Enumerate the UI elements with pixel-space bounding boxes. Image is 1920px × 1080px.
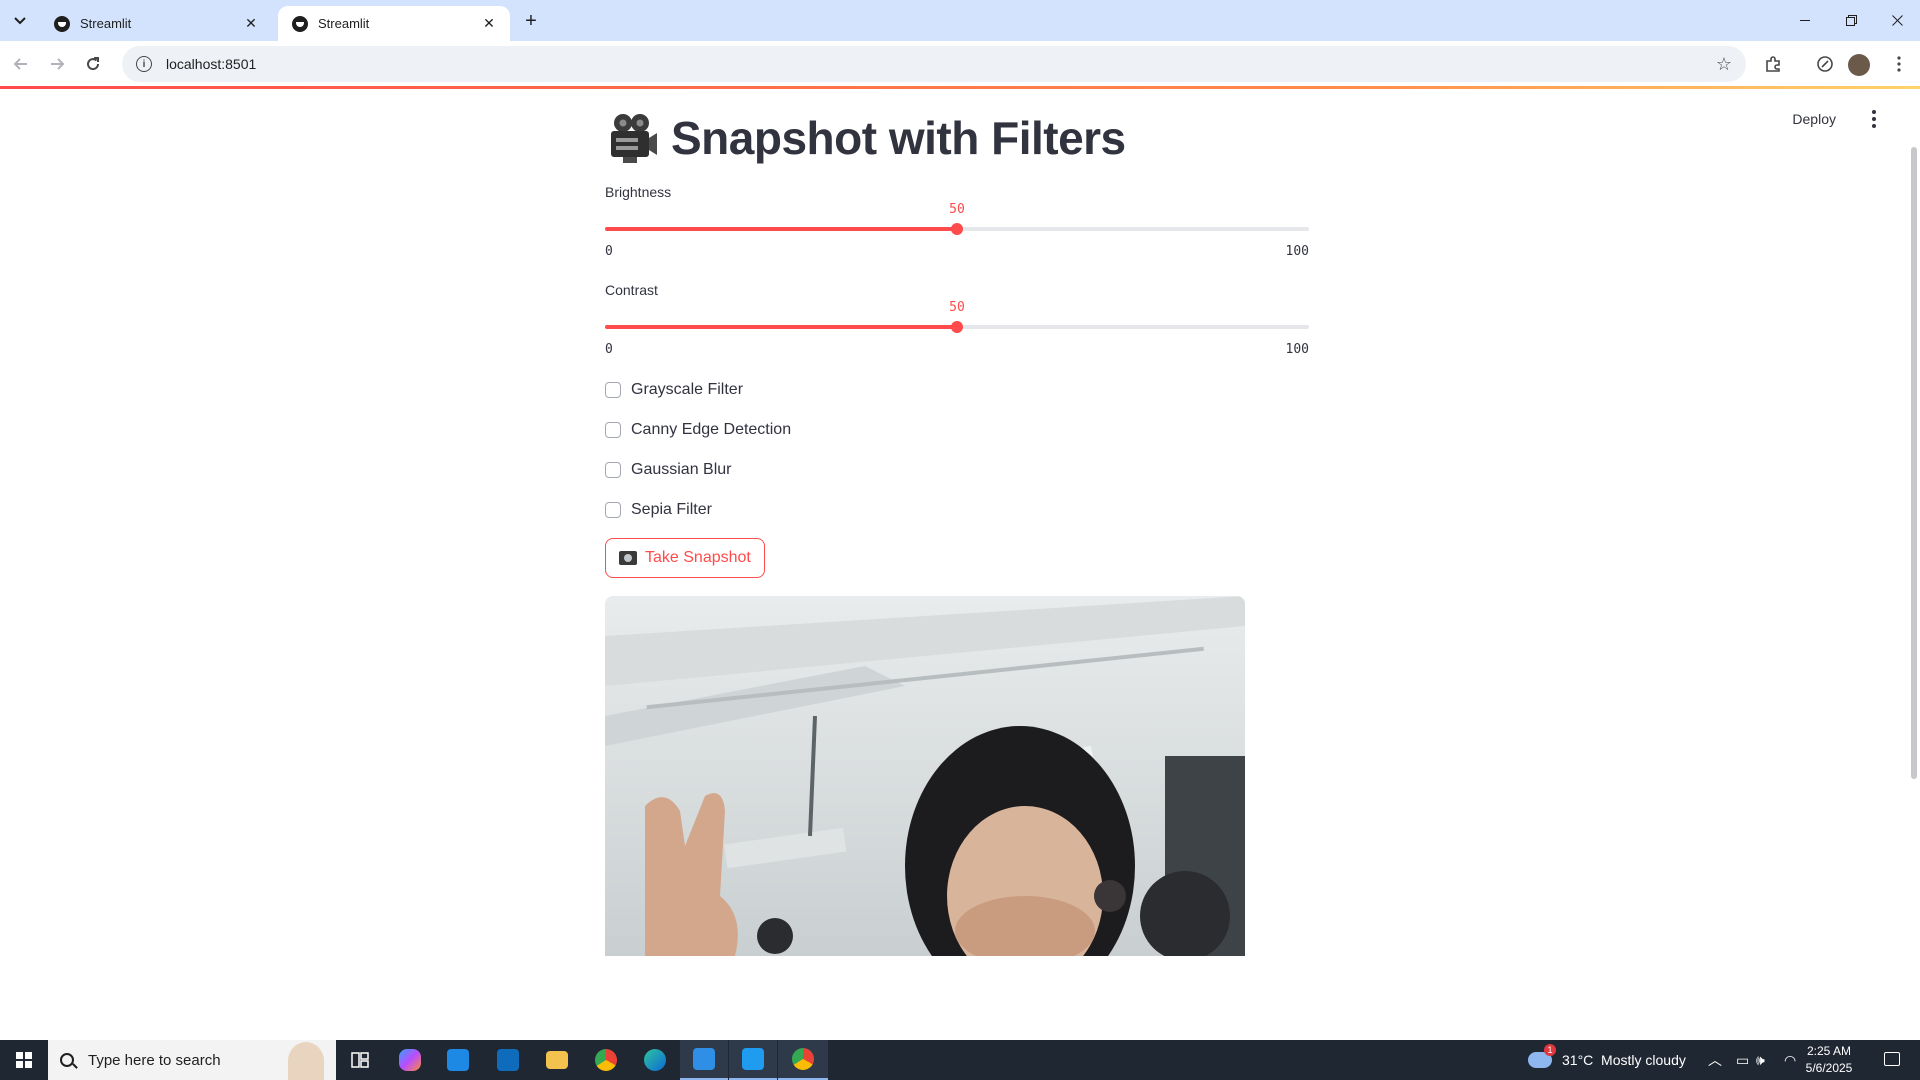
slider-value: 50	[949, 202, 965, 217]
checkbox-box[interactable]	[605, 502, 621, 518]
url-text: localhost:8501	[166, 56, 257, 72]
contrast-slider[interactable]: Contrast 50 0 100	[605, 266, 1309, 364]
vscode-icon[interactable]	[729, 1040, 777, 1080]
checkbox-label[interactable]: Grayscale Filter	[631, 381, 743, 399]
slider-fill	[605, 227, 957, 231]
cloud-icon: 1	[1528, 1044, 1556, 1068]
reload-icon[interactable]	[78, 49, 108, 79]
azure-icon[interactable]	[680, 1040, 728, 1080]
slider-min: 0	[605, 342, 613, 357]
camera-icon	[619, 551, 637, 565]
streamlit-favicon-icon	[292, 15, 308, 32]
performance-icon[interactable]	[1812, 51, 1838, 77]
site-info-icon[interactable]: i	[136, 56, 152, 72]
tray-overflow-icon[interactable]: ︿	[1708, 1040, 1722, 1080]
profile-avatar[interactable]	[1848, 54, 1870, 76]
film-camera-icon	[605, 111, 659, 165]
slider-track[interactable]	[605, 223, 1309, 235]
search-icon	[60, 1053, 74, 1067]
checkbox-label[interactable]: Gaussian Blur	[631, 461, 732, 479]
webcam-feed	[605, 596, 1245, 956]
start-button[interactable]	[0, 1040, 48, 1080]
slider-min: 0	[605, 244, 613, 259]
slider-value: 50	[949, 300, 965, 315]
app-title: Snapshot with Filters	[671, 112, 1126, 164]
tab-close-icon[interactable]: ✕	[480, 15, 498, 32]
search-placeholder: Type here to search	[88, 1051, 221, 1069]
sepia-checkbox[interactable]: Sepia Filter	[605, 490, 1309, 530]
weather-badge: 1	[1544, 1044, 1556, 1056]
clock-date: 5/6/2025	[1805, 1061, 1853, 1075]
restore-button[interactable]	[1828, 0, 1874, 41]
minimize-button[interactable]	[1782, 0, 1828, 41]
streamlit-favicon-icon	[54, 15, 70, 32]
back-icon[interactable]	[6, 49, 36, 79]
window-close-button[interactable]	[1874, 0, 1920, 41]
forward-icon[interactable]	[42, 49, 72, 79]
tab-search-chevron-icon[interactable]	[8, 9, 32, 33]
slider-track[interactable]	[605, 321, 1309, 333]
main-content: Snapshot with Filters Brightness 50 0 10…	[605, 108, 1309, 578]
microsoft-store-icon[interactable]	[434, 1040, 482, 1080]
file-explorer-icon[interactable]	[533, 1040, 581, 1080]
slider-fill	[605, 325, 957, 329]
outlook-icon[interactable]	[484, 1040, 532, 1080]
gaussian-blur-checkbox[interactable]: Gaussian Blur	[605, 450, 1309, 490]
app-menu-icon[interactable]	[1864, 107, 1884, 131]
button-label: Take Snapshot	[645, 549, 751, 566]
checkbox-label[interactable]: Sepia Filter	[631, 501, 712, 519]
page-title: Snapshot with Filters	[605, 108, 1309, 168]
take-snapshot-button[interactable]: Take Snapshot	[605, 538, 765, 578]
slider-max: 100	[1285, 244, 1309, 259]
slider-thumb[interactable]	[951, 223, 963, 235]
bookmark-star-icon[interactable]: ☆	[1716, 54, 1732, 75]
chrome-icon[interactable]	[582, 1040, 630, 1080]
battery-icon[interactable]: ▭	[1736, 1040, 1749, 1080]
taskbar-search-box[interactable]: Type here to search	[48, 1040, 336, 1080]
edge-icon[interactable]	[631, 1040, 679, 1080]
checkbox-label[interactable]: Canny Edge Detection	[631, 421, 791, 439]
checkbox-box[interactable]	[605, 382, 621, 398]
slider-thumb[interactable]	[951, 321, 963, 333]
copilot-icon[interactable]	[386, 1040, 434, 1080]
system-clock[interactable]: 2:25 AM 5/6/2025	[1794, 1043, 1864, 1077]
weather-widget[interactable]: 1 31°C Mostly cloudy	[1528, 1040, 1686, 1080]
page-scrollbar[interactable]	[1911, 147, 1917, 779]
checkbox-box[interactable]	[605, 462, 621, 478]
tab-title: Streamlit	[80, 16, 132, 31]
browser-toolbar: i localhost:8501 ☆	[0, 41, 1920, 87]
slider-label: Brightness	[605, 184, 672, 200]
tab-title: Streamlit	[318, 16, 370, 31]
windows-logo-icon	[16, 1052, 32, 1068]
extensions-puzzle-icon[interactable]	[1760, 51, 1786, 77]
windows-taskbar: Type here to search 1 31°C Mostly cloudy…	[0, 1040, 1920, 1080]
browser-tab-2[interactable]: Streamlit ✕	[278, 6, 510, 41]
volume-icon[interactable]: 🕪	[1756, 1040, 1765, 1080]
tab-close-icon[interactable]: ✕	[242, 15, 260, 32]
weather-text: 31°C Mostly cloudy	[1562, 1052, 1686, 1068]
grayscale-checkbox[interactable]: Grayscale Filter	[605, 370, 1309, 410]
search-highlight-image	[288, 1042, 324, 1080]
deploy-button[interactable]: Deploy	[1792, 111, 1836, 127]
notification-icon[interactable]	[1884, 1052, 1900, 1066]
browser-tab-1[interactable]: Streamlit ✕	[40, 6, 272, 41]
filter-checkboxes: Grayscale Filter Canny Edge Detection Ga…	[605, 370, 1309, 530]
brightness-slider[interactable]: Brightness 50 0 100	[605, 168, 1309, 266]
browser-menu-icon[interactable]	[1886, 51, 1912, 77]
new-tab-button[interactable]: +	[518, 8, 544, 34]
canny-edge-checkbox[interactable]: Canny Edge Detection	[605, 410, 1309, 450]
slider-max: 100	[1285, 342, 1309, 357]
slider-label: Contrast	[605, 282, 658, 298]
clock-time: 2:25 AM	[1806, 1044, 1852, 1058]
browser-tab-bar: Streamlit ✕ Streamlit ✕ +	[0, 0, 1920, 41]
address-bar[interactable]: i localhost:8501 ☆	[122, 46, 1746, 82]
checkbox-box[interactable]	[605, 422, 621, 438]
chrome-active-icon[interactable]	[778, 1040, 828, 1080]
task-view-icon[interactable]	[336, 1040, 384, 1080]
